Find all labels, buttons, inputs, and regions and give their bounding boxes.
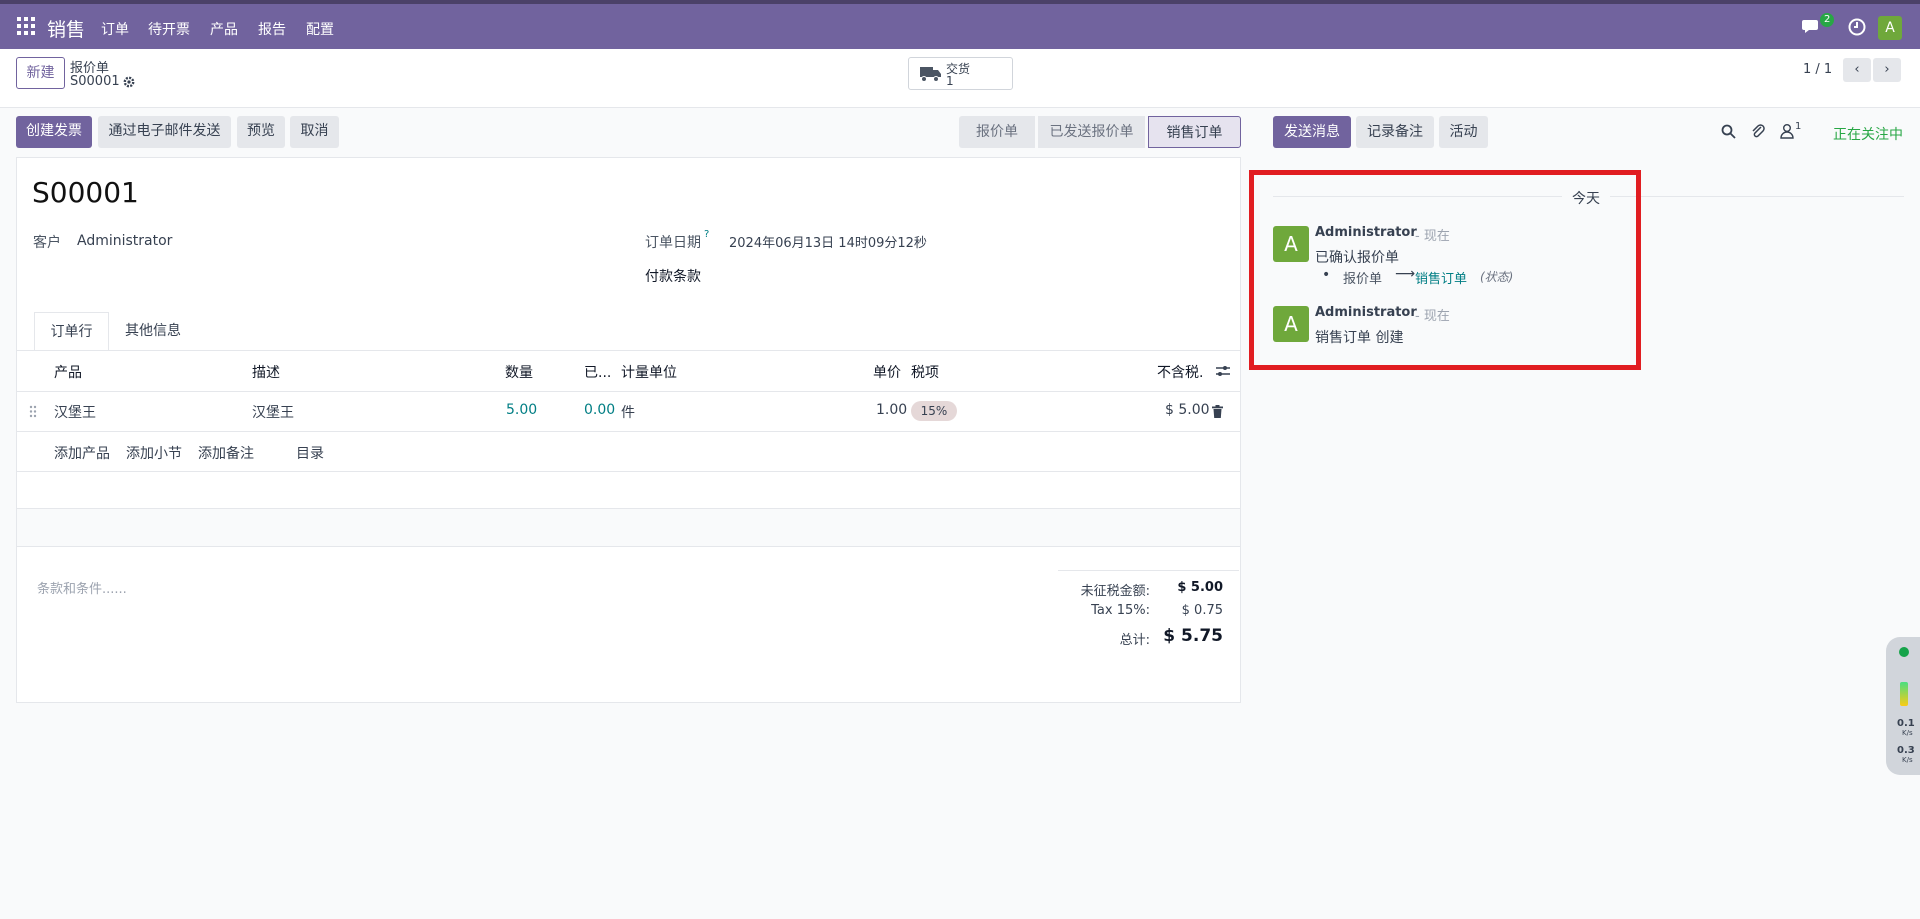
truck-icon (920, 67, 941, 82)
download-rate: 0.3 (1897, 745, 1915, 756)
tax-label: Tax 15%: (1091, 603, 1150, 618)
status-dot-icon (1899, 647, 1909, 657)
clock-icon[interactable] (1848, 18, 1866, 36)
row-unit-price[interactable]: 1.00 (876, 402, 907, 418)
order-date-label: 订单日期 (645, 235, 701, 251)
col-delivered[interactable]: 已... (584, 362, 611, 382)
pager-previous-button[interactable]: ‹ (1843, 58, 1871, 82)
col-uom[interactable]: 计量单位 (621, 362, 677, 382)
total-label: 总计: (1119, 633, 1150, 648)
add-product-link[interactable]: 添加产品 (54, 443, 110, 463)
row-description[interactable]: 汉堡王 (252, 402, 294, 422)
row-subtotal: $ 5.00 (1165, 402, 1210, 418)
gear-icon[interactable] (122, 75, 136, 89)
upload-unit: K/s (1902, 729, 1913, 737)
delivery-count: 1 (946, 74, 954, 88)
drag-handle-icon[interactable] (29, 405, 37, 418)
order-date-field[interactable]: 2024年06月13日 14时09分12秒 (729, 232, 927, 251)
terms-field[interactable]: 条款和条件...... (37, 578, 127, 597)
col-description[interactable]: 描述 (252, 362, 280, 382)
col-subtotal[interactable]: 不含税. (1157, 362, 1203, 382)
optional-columns-icon[interactable] (1215, 364, 1231, 378)
meter-icon (1900, 682, 1908, 706)
menu-products[interactable]: 产品 (210, 19, 238, 39)
delivery-smart-button[interactable]: 交货 1 (908, 57, 1013, 90)
user-avatar[interactable]: A (1878, 16, 1902, 40)
send-message-button[interactable]: 发送消息 (1273, 116, 1351, 148)
highlight-box (1249, 170, 1641, 370)
new-button[interactable]: 新建 (16, 57, 65, 89)
totals-divider (1058, 570, 1239, 571)
empty-row-2 (17, 509, 1240, 546)
breadcrumb-current: S00001 (70, 74, 120, 89)
payment-terms-label: 付款条款 (645, 269, 701, 285)
menu-reporting[interactable]: 报告 (258, 19, 286, 39)
menu-configuration[interactable]: 配置 (306, 19, 334, 39)
order-name: S00001 (32, 176, 139, 209)
menu-orders[interactable]: 订单 (101, 19, 129, 39)
upload-rate: 0.1 (1897, 718, 1915, 729)
untaxed-label: 未征税金额: (1080, 584, 1150, 599)
trash-icon[interactable] (1212, 405, 1223, 418)
header-divider (16, 391, 1241, 392)
row-quantity[interactable]: 5.00 (506, 402, 537, 418)
pager-value[interactable]: 1 / 1 (1803, 62, 1832, 77)
followers-icon[interactable] (1780, 123, 1794, 139)
pager-next-button[interactable]: › (1873, 58, 1901, 82)
preview-button[interactable]: 预览 (237, 116, 285, 148)
cancel-button[interactable]: 取消 (290, 116, 339, 148)
tab-order-lines[interactable]: 订单行 (34, 312, 109, 351)
row-uom[interactable]: 件 (621, 402, 635, 422)
followers-count: 1 (1795, 121, 1802, 132)
network-monitor-widget[interactable]: 0.1 K/s 0.3 K/s (1886, 637, 1920, 775)
col-product[interactable]: 产品 (54, 362, 82, 382)
customer-field[interactable]: Administrator (77, 233, 172, 249)
tab-divider (16, 350, 1241, 351)
col-unit-price[interactable]: 单价 (873, 362, 901, 382)
untaxed-value: $ 5.00 (1177, 580, 1223, 595)
log-note-button[interactable]: 记录备注 (1356, 116, 1434, 148)
status-sales-order[interactable]: 销售订单 (1148, 116, 1241, 148)
chevron-right-icon: › (1884, 62, 1890, 77)
row-delivered[interactable]: 0.00 (584, 402, 615, 418)
top-navbar: 销售 订单 待开票 产品 报告 配置 2 A (0, 0, 1920, 49)
following-button[interactable]: 正在关注中 (1833, 124, 1903, 144)
row-product[interactable]: 汉堡王 (54, 402, 96, 422)
search-icon[interactable] (1721, 124, 1736, 139)
activity-button[interactable]: 活动 (1439, 116, 1488, 148)
chevron-left-icon: ‹ (1854, 62, 1860, 77)
add-note-link[interactable]: 添加备注 (198, 443, 254, 463)
paperclip-icon[interactable] (1750, 122, 1765, 139)
tax-value: $ 0.75 (1181, 603, 1223, 618)
tab-other-info[interactable]: 其他信息 (113, 312, 193, 351)
help-tooltip-icon[interactable]: ? (704, 229, 709, 240)
customer-label: 客户 (33, 235, 61, 251)
empty-row-1 (17, 472, 1240, 508)
empty-row-divider-2 (16, 546, 1241, 547)
chat-icon[interactable] (1802, 18, 1822, 36)
chat-badge: 2 (1820, 13, 1835, 27)
total-value: $ 5.75 (1163, 626, 1223, 646)
add-section-link[interactable]: 添加小节 (126, 443, 182, 463)
row-divider (16, 431, 1241, 432)
menu-to-invoice[interactable]: 待开票 (148, 19, 190, 39)
send-email-button[interactable]: 通过电子邮件发送 (98, 116, 231, 148)
tax-badge[interactable]: 15% (911, 401, 957, 421)
catalog-link[interactable]: 目录 (296, 443, 324, 463)
app-name[interactable]: 销售 (47, 15, 85, 42)
create-invoice-button[interactable]: 创建发票 (16, 116, 92, 148)
status-quotation-sent[interactable]: 已发送报价单 (1038, 116, 1145, 148)
download-unit: K/s (1902, 756, 1913, 764)
app-menu-icon[interactable] (17, 17, 35, 35)
form-sheet (16, 157, 1241, 703)
col-taxes[interactable]: 税项 (911, 362, 939, 382)
col-quantity[interactable]: 数量 (505, 362, 533, 382)
status-quotation[interactable]: 报价单 (959, 116, 1035, 148)
